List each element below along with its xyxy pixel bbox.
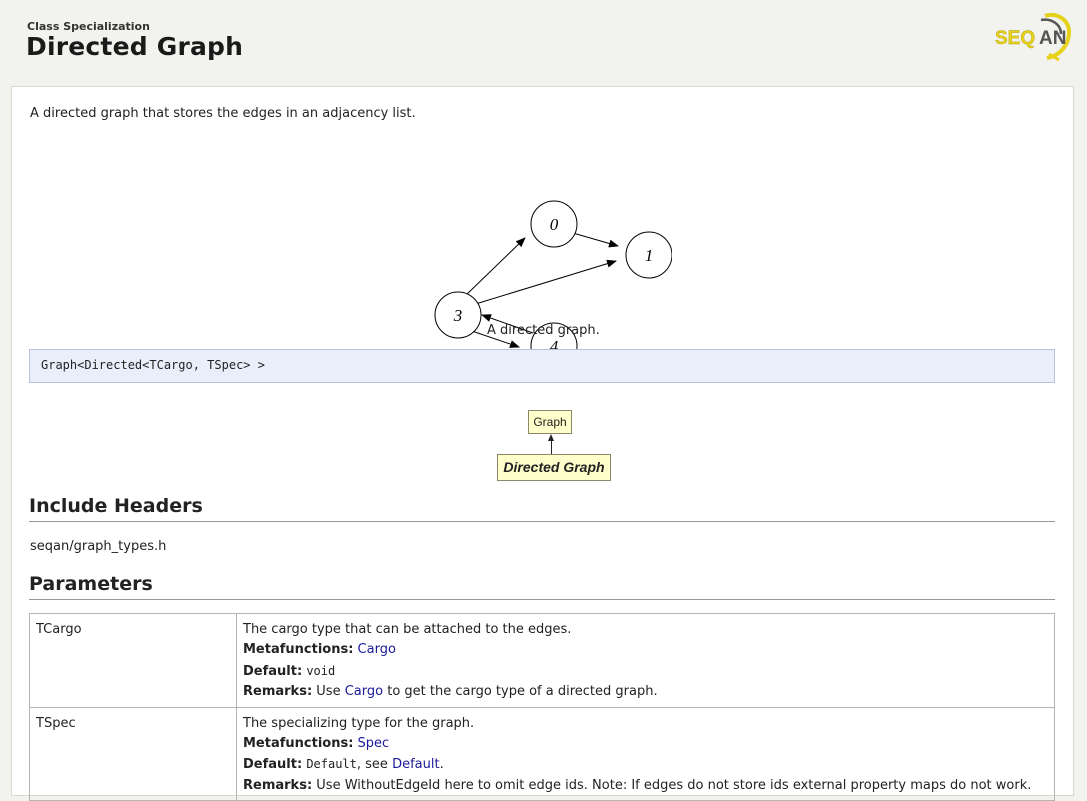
default-value: void: [306, 663, 336, 678]
param-name: TCargo: [29, 613, 237, 708]
default-link[interactable]: Default: [392, 757, 440, 772]
hierarchy-parent-node[interactable]: Graph: [528, 410, 572, 434]
table-row: TSpec The specializing type for the grap…: [29, 706, 1055, 801]
seqan-logo[interactable]: SEQ AN: [993, 10, 1073, 62]
graph-node-1: 1: [625, 231, 672, 279]
default-value: Default: [306, 757, 357, 772]
param-default: Default: void: [243, 661, 1048, 682]
metafunctions-label: Metafunctions:: [243, 642, 354, 658]
intro-text: A directed graph that stores the edges i…: [30, 106, 416, 121]
svg-text:SEQ: SEQ: [995, 28, 1035, 49]
param-details: The cargo type that can be attached to t…: [236, 613, 1055, 708]
graph-node-0: 0: [530, 200, 578, 248]
param-description: The cargo type that can be attached to t…: [243, 622, 572, 637]
remarks-text-pre: Use: [316, 684, 341, 700]
directed-graph-figure: 0 1 3 4: [434, 200, 672, 349]
remarks-text-post: to get the cargo type of a directed grap…: [387, 684, 658, 700]
svg-text:0: 0: [550, 215, 559, 234]
include-file: seqan/graph_types.h: [30, 539, 167, 554]
table-row: TCargo The cargo type that can be attach…: [29, 613, 1055, 708]
remarks-text: Use WithoutEdgeId here to omit edge ids.…: [316, 777, 1032, 793]
spec-link[interactable]: Spec: [358, 736, 390, 751]
remarks-label: Remarks:: [243, 684, 313, 700]
svg-text:3: 3: [453, 306, 463, 325]
include-headers-heading: Include Headers: [29, 495, 203, 517]
svg-text:1: 1: [645, 246, 654, 265]
cargo-link[interactable]: Cargo: [358, 642, 396, 657]
param-remarks: Remarks: Use Cargo to get the cargo type…: [243, 682, 1048, 702]
parameters-heading: Parameters: [29, 573, 153, 595]
default-end: .: [439, 757, 444, 773]
figure-caption: A directed graph.: [487, 323, 600, 338]
signature-code: Graph<Directed<TCargo, TSpec> >: [29, 349, 1055, 383]
param-default: Default: Default, see Default.: [243, 754, 1048, 775]
default-label: Default:: [243, 757, 303, 773]
parameters-table: TCargo The cargo type that can be attach…: [29, 613, 1055, 801]
param-metafunctions: Metafunctions: Cargo: [243, 640, 1048, 660]
parameters-divider: [29, 599, 1055, 600]
default-see-text: , see: [356, 757, 388, 773]
edge-3-0: [463, 237, 526, 298]
param-remarks: Remarks: Use WithoutEdgeId here to omit …: [243, 776, 1048, 796]
graph-node-3: 3: [434, 291, 482, 339]
cargo-remarks-link[interactable]: Cargo: [345, 684, 383, 699]
param-name: TSpec: [29, 706, 237, 801]
page-header: Class Specialization Directed Graph SEQ …: [0, 0, 1087, 86]
remarks-label: Remarks:: [243, 777, 313, 793]
metafunctions-label: Metafunctions:: [243, 736, 354, 752]
param-metafunctions: Metafunctions: Spec: [243, 734, 1048, 754]
svg-text:4: 4: [550, 337, 559, 349]
param-details: The specializing type for the graph. Met…: [236, 706, 1055, 801]
param-description: The specializing type for the graph.: [243, 715, 475, 731]
edge-3-1: [468, 259, 617, 307]
page-title: Directed Graph: [26, 32, 244, 61]
hierarchy-current-node: Directed Graph: [497, 454, 611, 481]
main-content: A directed graph that stores the edges i…: [11, 86, 1074, 801]
include-headers-divider: [29, 521, 1055, 522]
hierarchy-connector: [551, 440, 552, 454]
default-label: Default:: [243, 663, 303, 679]
svg-text:AN: AN: [1039, 28, 1066, 49]
